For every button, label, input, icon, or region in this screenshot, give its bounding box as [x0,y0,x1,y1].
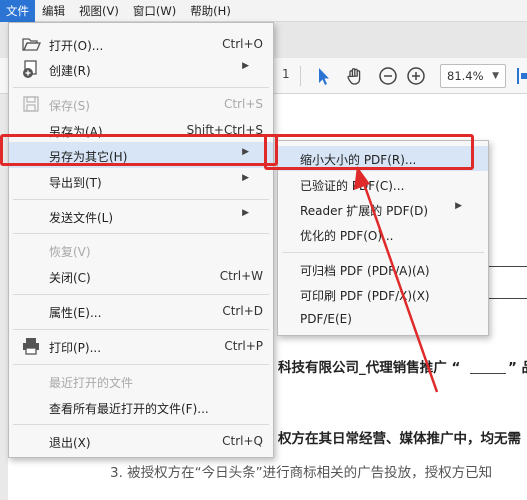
menu-item-shortcut: Ctrl+D [222,304,263,318]
menu-item-save[interactable]: 保存(S) Ctrl+S [9,91,273,117]
menu-item-label: 打开(O)... [49,39,104,53]
chevron-right-icon: ▶ [242,208,249,218]
page-number: 1 [282,67,290,81]
submenu-item-certified-pdf[interactable]: 已验证的 PDF(C)... [278,172,488,197]
menu-divider [13,329,269,330]
menu-item-export-to[interactable]: 导出到(T) ▶ [9,168,273,194]
menu-item-shortcut: Ctrl+P [224,339,263,353]
menu-item-view-all-recent[interactable]: 查看所有最近打开的文件(F)... [9,394,273,420]
menu-item-print[interactable]: 打印(P)... Ctrl+P [9,333,273,359]
submenu-item-label: 已验证的 PDF(C)... [300,179,405,193]
menu-help[interactable]: 帮助(H) [183,0,238,22]
menu-window[interactable]: 窗口(W) [126,0,183,22]
menu-item-label: 打印(P)... [49,341,102,355]
submenu-item-label: PDF/E(E) [300,312,352,326]
menu-view[interactable]: 视图(V) [72,0,126,22]
doc-line-1-end: ” 品 [508,360,527,376]
zoom-in-icon[interactable] [405,65,427,87]
menu-item-label: 创建(R) [49,64,91,78]
submenu-item-label: 优化的 PDF(O)... [300,229,394,243]
menu-item-shortcut: Ctrl+S [223,97,263,111]
chevron-right-icon: ▶ [455,201,462,211]
file-menu: 打开(O)... Ctrl+O 创建(R) ▶ 保存(S) Ctrl+S 另存为… [8,22,274,458]
chevron-right-icon: ▶ [242,61,249,71]
menu-item-shortcut: Ctrl+W [219,269,263,283]
annotation-highlight-box [264,134,474,170]
menu-divider [13,424,269,425]
print-icon [23,338,39,355]
menu-edit[interactable]: 编辑 [35,0,72,22]
zoom-select[interactable]: 81.4% ▼ [440,64,506,88]
submenu-item-pdf-e[interactable]: PDF/E(E) [278,307,488,332]
submenu-item-label: Reader 扩展的 PDF(D) [300,204,429,218]
annotation-highlight-box [0,134,278,166]
menu-divider [13,364,269,365]
doc-line-1: 科技有限公司_代理销售推广 “ [278,360,461,376]
menu-item-label: 发送文件(L) [49,211,114,225]
menu-item-exit[interactable]: 退出(X) Ctrl+Q [9,428,273,454]
menu-item-label: 导出到(T) [49,176,102,190]
zoom-value: 81.4% [447,69,484,83]
chevron-down-icon: ▼ [492,71,499,81]
menu-divider [13,199,269,200]
menu-item-shortcut: Ctrl+Q [222,434,263,448]
hand-tool-icon[interactable] [344,65,366,87]
menu-item-create[interactable]: 创建(R) ▶ [9,56,273,82]
menu-item-label: 查看所有最近打开的文件(F)... [49,402,209,416]
menu-item-close[interactable]: 关闭(C) Ctrl+W [9,263,273,289]
menu-item-recent-header: 最近打开的文件 [9,368,273,394]
menu-divider [13,294,269,295]
submenu-item-reader-extended-pdf[interactable]: Reader 扩展的 PDF(D) ▶ [278,197,488,222]
zoom-out-icon[interactable] [377,65,399,87]
submenu-divider [282,252,484,253]
doc-line-3: 3. 被授权方在“今日头条”进行商标相关的广告投放，授权方已知 [110,465,493,481]
menu-item-label: 退出(X) [49,436,91,450]
page-layout-icon[interactable] [515,67,527,85]
blank-underline [470,373,506,374]
menubar: 文件 编辑 视图(V) 窗口(W) 帮助(H) [0,0,527,22]
select-pointer-icon[interactable] [312,65,334,87]
submenu-item-optimized-pdf[interactable]: 优化的 PDF(O)... [278,222,488,247]
toolbar-divider [300,66,301,86]
submenu-item-printable-pdf[interactable]: 可印刷 PDF (PDF/X)(X) [278,282,488,307]
submenu-item-label: 可印刷 PDF (PDF/X)(X) [300,289,430,303]
submenu-item-archivable-pdf[interactable]: 可归档 PDF (PDF/A)(A) [278,257,488,282]
doc-line-2: 权方在其日常经营、媒体推广中，均无需 [278,431,521,447]
menu-item-send-file[interactable]: 发送文件(L) ▶ [9,203,273,229]
menu-item-shortcut: Ctrl+O [222,37,263,51]
menu-divider [13,233,269,234]
menu-divider [13,87,269,88]
menu-item-label: 属性(E)... [49,306,102,320]
menu-file[interactable]: 文件 [0,0,35,22]
menu-item-properties[interactable]: 属性(E)... Ctrl+D [9,298,273,324]
menu-item-revert[interactable]: 恢复(V) [9,237,273,263]
folder-open-icon [22,38,41,51]
save-icon [23,96,39,112]
chevron-right-icon: ▶ [242,173,249,183]
create-pdf-icon [23,60,37,78]
menu-item-open[interactable]: 打开(O)... Ctrl+O [9,31,273,57]
submenu-item-label: 可归档 PDF (PDF/A)(A) [300,264,430,278]
menu-item-label: 关闭(C) [49,271,91,285]
menu-item-label: 保存(S) [49,99,90,113]
menu-item-label: 最近打开的文件 [49,376,134,390]
menu-item-label: 恢复(V) [49,245,91,259]
